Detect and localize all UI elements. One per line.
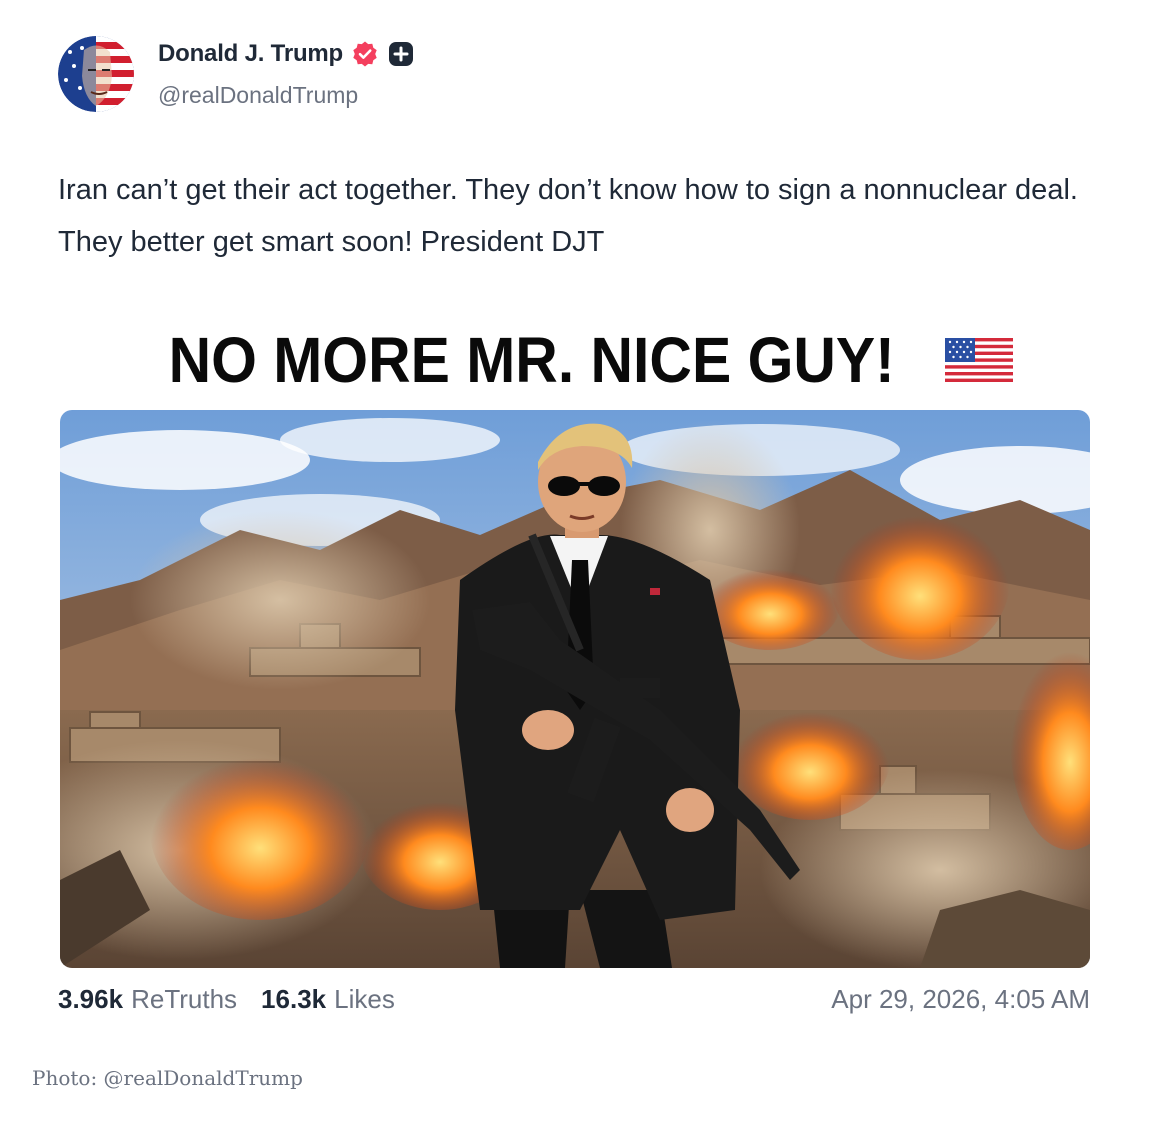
likes-stat[interactable]: 16.3k Likes — [261, 984, 395, 1015]
post-media[interactable]: NO MORE MR. NICE GUY! — [60, 314, 1090, 969]
avatar[interactable] — [58, 36, 134, 112]
author-handle[interactable]: @realDonaldTrump — [158, 82, 358, 109]
post-stats: 3.96k ReTruths 16.3k Likes — [58, 984, 395, 1015]
verified-badge-icon — [353, 41, 377, 67]
avatar-image — [58, 36, 134, 112]
retruths-stat[interactable]: 3.96k ReTruths — [58, 984, 237, 1015]
post-text: Iran can’t get their act together. They … — [58, 174, 1078, 258]
post-card: Donald J. Trump @realDonaldTrump Iran ca… — [18, 14, 1158, 1044]
author-name-row: Donald J. Trump — [158, 40, 415, 68]
display-name[interactable]: Donald J. Trump — [158, 40, 343, 68]
plus-badge-icon — [389, 42, 414, 66]
retruths-count: 3.96k — [58, 984, 124, 1014]
post-timestamp[interactable]: Apr 29, 2026, 4:05 AM — [831, 984, 1090, 1015]
likes-count: 16.3k — [261, 984, 327, 1014]
meme-caption: NO MORE MR. NICE GUY! — [60, 314, 1090, 406]
likes-label: Likes — [334, 984, 395, 1014]
post-photo — [60, 410, 1090, 968]
us-flag-icon — [944, 338, 1013, 382]
meme-caption-text: NO MORE MR. NICE GUY! — [168, 324, 896, 396]
scene-image — [60, 410, 1090, 968]
photo-credit: Photo: @realDonaldTrump — [32, 1066, 303, 1090]
retruths-label: ReTruths — [131, 984, 238, 1014]
